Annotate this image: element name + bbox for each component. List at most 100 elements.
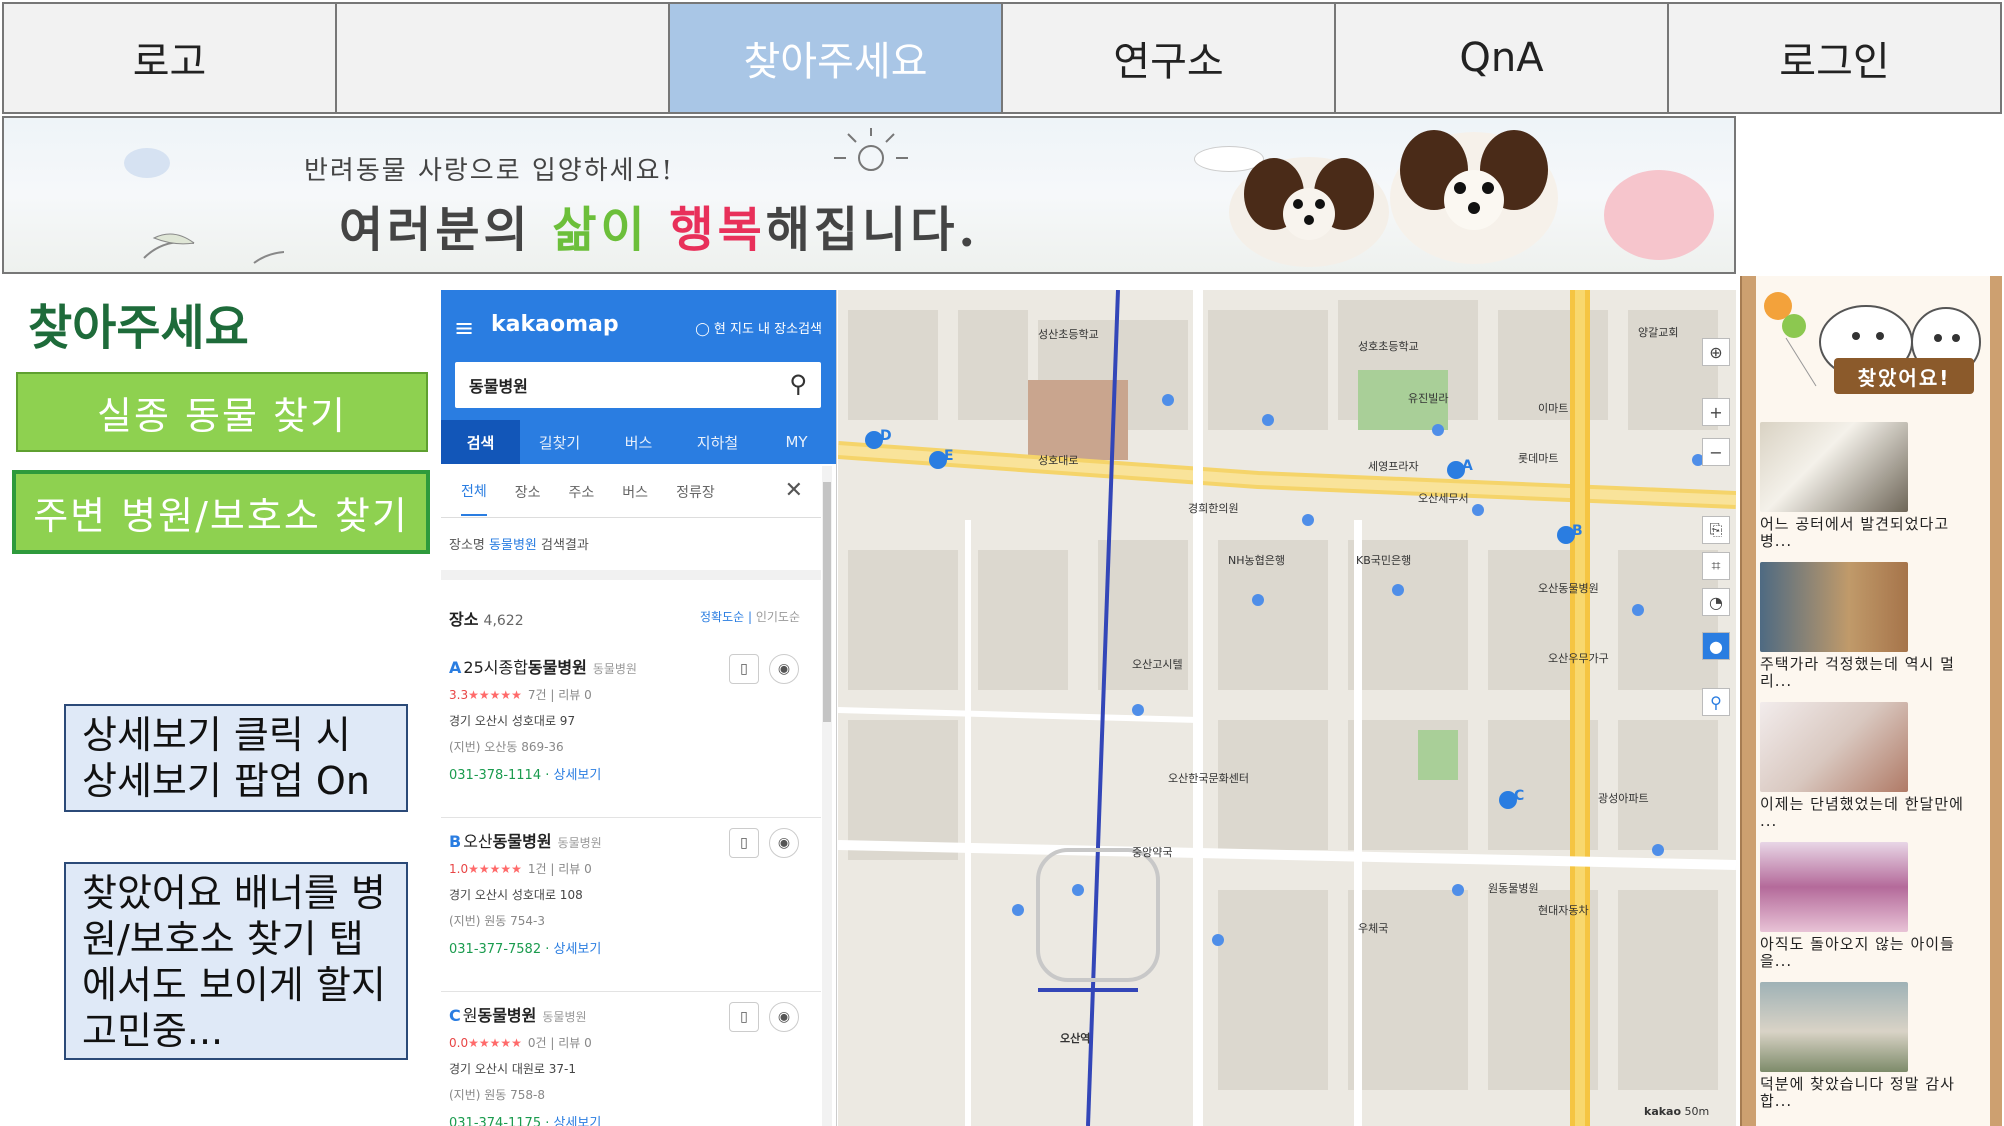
result-category: 동물병원 — [592, 662, 637, 676]
kakao-header: ≡ kakaomap ◯ 현 지도 내 장소검색 동물병원 ⚲ 검색 길찾기 버… — [441, 290, 836, 464]
found-caption[interactable]: 이제는 단념했었는데 한달만에 ... — [1760, 796, 1986, 830]
found-caption[interactable]: 덕분에 찾았습니다 정말 감사합... — [1760, 1076, 1986, 1110]
tab-bus[interactable]: 버스 — [599, 420, 678, 464]
found-photo[interactable] — [1760, 702, 1908, 792]
nav-logo[interactable]: 로고 — [4, 4, 337, 112]
map-label: 오산역 — [1060, 1032, 1091, 1045]
filter-all[interactable]: 전체 — [461, 481, 487, 516]
map-marker[interactable]: C — [1514, 788, 1524, 804]
found-photo[interactable] — [1760, 982, 1908, 1072]
zoom-out-icon[interactable]: − — [1702, 438, 1730, 466]
filter-stop[interactable]: 정류장 — [676, 482, 715, 502]
search-query: 동물병원 — [469, 377, 528, 396]
section-title: 찾아주세요 — [28, 300, 249, 356]
map-label: 오산세무서 — [1418, 492, 1469, 505]
found-item[interactable]: 이제는 단념했었는데 한달만에 ... — [1760, 702, 1986, 830]
kakao-logo: kakaomap — [491, 312, 619, 337]
map-label: 중앙약국 — [1132, 846, 1173, 859]
result-name[interactable]: C 원동물병원 동물병원 — [449, 1002, 587, 1026]
result-name[interactable]: A 25시종합동물병원 동물병원 — [449, 654, 637, 678]
sort-accuracy[interactable]: 정확도순 — [700, 610, 744, 624]
found-caption[interactable]: 아직도 돌아오지 않는 아이들을... — [1760, 936, 1986, 970]
result-rating: 0.0★★★★★ 0건 | 리뷰 0 — [449, 1034, 592, 1051]
map-label: NH농협은행 — [1228, 554, 1285, 567]
tab-search[interactable]: 검색 — [441, 420, 520, 464]
result-category: 동물병원 — [557, 836, 602, 850]
close-icon[interactable]: ✕ — [785, 478, 803, 503]
result-item[interactable]: A 25시종합동물병원 동물병원 3.3★★★★★ 7건 | 리뷰 0 경기 오산시 … — [441, 646, 821, 818]
rating-stars: ★★★★★ — [468, 688, 522, 702]
location-pin-icon[interactable]: ◉ — [769, 654, 799, 684]
map-label: 우체국 — [1358, 922, 1389, 935]
map-label: 오산고시텔 — [1132, 658, 1183, 671]
result-name[interactable]: B 오산동물병원 동물병원 — [449, 828, 602, 852]
result-item[interactable]: B 오산동물병원 동물병원 1.0★★★★★ 1건 | 리뷰 0 경기 오산시 성호대… — [441, 820, 821, 992]
nav-find[interactable]: 찾아주세요 — [670, 4, 1003, 112]
map-tool-icon[interactable]: ◔ — [1702, 588, 1730, 616]
result-phone: 031-377-7582 · 상세보기 — [449, 942, 602, 957]
tab-subway[interactable]: 지하철 — [678, 420, 757, 464]
result-item[interactable]: C 원동물병원 동물병원 0.0★★★★★ 0건 | 리뷰 0 경기 오산시 대원로 … — [441, 994, 821, 1126]
result-name-a: 원 — [462, 1006, 478, 1025]
result-jibun: (지번) 원동 754-3 — [449, 914, 546, 928]
sprout-icon — [143, 233, 284, 264]
result-letter: A — [449, 658, 462, 677]
found-item[interactable]: 어느 공터에서 발견되었다고 병... — [1760, 422, 1986, 550]
location-icon[interactable]: ⊕ — [1702, 338, 1730, 366]
result-phone: 031-378-1114 · 상세보기 — [449, 768, 602, 783]
nav-login[interactable]: 로그인 — [1669, 4, 2000, 112]
banner-word: 여러분의 — [339, 202, 532, 258]
puppies-image — [1229, 130, 1558, 267]
map-marker[interactable]: B — [1572, 523, 1583, 539]
bookmark-icon[interactable]: ▯ — [729, 654, 759, 684]
nav-lab[interactable]: 연구소 — [1003, 4, 1336, 112]
found-photo[interactable] — [1760, 842, 1908, 932]
bookmark-icon[interactable]: ▯ — [729, 828, 759, 858]
map-marker[interactable]: D — [880, 428, 892, 444]
map-view[interactable]: 성호초등학교 성산초등학교 성호대로 경희한의원 NH농협은행 KB국민은행 세… — [838, 290, 1736, 1126]
search-icon[interactable]: ⚲ — [789, 370, 807, 398]
found-caption[interactable]: 어느 공터에서 발견되었다고 병... — [1760, 516, 1986, 550]
detail-link[interactable]: 상세보기 — [554, 768, 602, 783]
nearby-hospital-button[interactable]: 주변 병원/보호소 찾기 — [12, 470, 430, 554]
scrollbar[interactable] — [822, 466, 832, 1126]
banner-word: 삶이 — [552, 202, 649, 258]
map-tool-icon[interactable]: ⎘ — [1702, 516, 1730, 544]
found-photo[interactable] — [1760, 562, 1908, 652]
filter-address[interactable]: 주소 — [569, 482, 595, 502]
map-tool-icon[interactable]: ⌗ — [1702, 552, 1730, 580]
menu-icon[interactable]: ≡ — [454, 314, 474, 342]
zoom-in-icon[interactable]: + — [1702, 398, 1730, 426]
bookmark-icon[interactable]: ▯ — [729, 1002, 759, 1032]
map-pin-icon[interactable]: ⚲ — [1702, 688, 1730, 716]
sort-popularity[interactable]: 인기도순 — [756, 610, 800, 624]
found-item[interactable]: 덕분에 찾았습니다 정말 감사합... — [1760, 982, 1986, 1110]
kakao-tabs: 검색 길찾기 버스 지하철 MY — [441, 420, 836, 464]
place-label: 장소 — [449, 610, 479, 629]
location-pin-icon[interactable]: ◉ — [769, 828, 799, 858]
found-item[interactable]: 주택가라 걱정했는데 역시 멀리... — [1760, 562, 1986, 690]
detail-link[interactable]: 상세보기 — [554, 942, 602, 957]
map-layer-icon[interactable]: ● — [1702, 632, 1730, 660]
tab-my[interactable]: MY — [757, 420, 836, 464]
map-area-search[interactable]: ◯ 현 지도 내 장소검색 — [695, 318, 822, 337]
filter-bus[interactable]: 버스 — [622, 482, 648, 502]
location-pin-icon[interactable]: ◉ — [769, 1002, 799, 1032]
search-input[interactable]: 동물병원 ⚲ — [455, 362, 821, 408]
found-photo[interactable] — [1760, 422, 1908, 512]
map-scale: kakao 50m — [1644, 1105, 1709, 1118]
nav-qna[interactable]: QnA — [1336, 4, 1669, 112]
found-item[interactable]: 아직도 돌아오지 않는 아이들을... — [1760, 842, 1986, 970]
missing-animal-button[interactable]: 실종 동물 찾기 — [16, 372, 428, 452]
filter-place[interactable]: 장소 — [515, 482, 541, 502]
map-label: 성호초등학교 — [1358, 340, 1419, 353]
detail-link[interactable]: 상세보기 — [554, 1116, 602, 1126]
tab-directions[interactable]: 길찾기 — [520, 420, 599, 464]
found-caption[interactable]: 주택가라 걱정했는데 역시 멀리... — [1760, 656, 1986, 690]
map-marker[interactable]: A — [1462, 458, 1473, 474]
map-marker[interactable]: E — [944, 448, 954, 464]
result-address: 경기 오산시 성호대로 97 — [449, 714, 576, 728]
top-nav: 로고 찾아주세요 연구소 QnA 로그인 — [2, 2, 2002, 114]
map-label: 성산초등학교 — [1038, 328, 1099, 341]
scrollbar-thumb[interactable] — [823, 482, 831, 722]
